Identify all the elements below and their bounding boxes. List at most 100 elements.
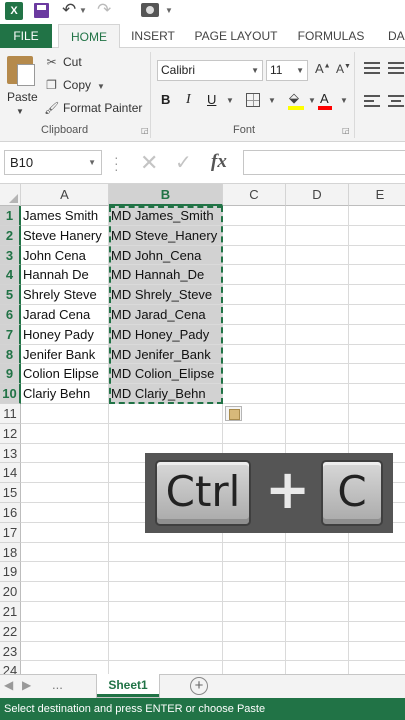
tab-home[interactable]: HOME [58, 24, 120, 49]
formula-input[interactable] [243, 150, 405, 175]
column-header-b[interactable]: B [109, 184, 223, 206]
column-header-e[interactable]: E [349, 184, 405, 206]
cell-d12[interactable] [286, 423, 349, 444]
row-header[interactable]: 21 [0, 602, 21, 622]
font-color-dropdown-icon[interactable]: ▼ [340, 96, 348, 105]
row-header[interactable]: 24 [0, 661, 21, 674]
copy-dropdown-icon[interactable]: ▼ [97, 82, 105, 91]
copy-button[interactable]: ❐ Copy ▼ [44, 75, 105, 95]
cell-b9[interactable]: MD Colion_Elipse [109, 364, 223, 385]
column-header-a[interactable]: A [21, 184, 109, 206]
cell-a12[interactable] [21, 423, 109, 444]
cell-d10[interactable] [286, 384, 349, 404]
row-header[interactable]: 5 [0, 285, 21, 305]
cell-a6[interactable]: Jarad Cena [21, 305, 109, 325]
tab-page-layout[interactable]: PAGE LAYOUT [190, 24, 282, 48]
row-header[interactable]: 10 [0, 384, 21, 404]
cell-a20[interactable] [21, 582, 109, 602]
row-header[interactable]: 4 [0, 265, 21, 286]
scroll-sheets-left-icon[interactable]: ◀ [4, 678, 13, 692]
cell-a1[interactable]: James Smith [21, 206, 109, 226]
cell-e23[interactable] [349, 642, 405, 662]
cell-b20[interactable] [109, 582, 223, 602]
row-header[interactable]: 22 [0, 621, 21, 642]
cell-b21[interactable] [109, 602, 223, 622]
clipboard-launcher-icon[interactable]: ◲ [141, 126, 149, 135]
cell-c20[interactable] [223, 582, 286, 602]
row-header[interactable]: 20 [0, 582, 21, 602]
cell-b3[interactable]: MD John_Cena [109, 245, 223, 266]
cell-c1[interactable] [223, 206, 286, 226]
cell-b18[interactable] [109, 542, 223, 563]
cell-b12[interactable] [109, 423, 223, 444]
cell-a18[interactable] [21, 542, 109, 563]
row-header[interactable]: 2 [0, 225, 21, 246]
cell-a16[interactable] [21, 503, 109, 523]
cell-c2[interactable] [223, 225, 286, 246]
row-header[interactable]: 3 [0, 245, 21, 266]
cell-c10[interactable] [223, 384, 286, 404]
format-painter-button[interactable]: 🖌 Format Painter [44, 98, 142, 118]
underline-button[interactable]: U [207, 92, 216, 107]
cell-d20[interactable] [286, 582, 349, 602]
cell-a23[interactable] [21, 641, 109, 662]
cell-d2[interactable] [286, 225, 349, 246]
cell-b1[interactable]: MD James_Smith [109, 206, 223, 226]
cell-a4[interactable]: Hannah De [21, 265, 109, 286]
cell-a10[interactable]: Clariy Behn [21, 384, 109, 404]
cell-b2[interactable]: MD Steve_Hanery [109, 225, 223, 246]
cell-c18[interactable] [223, 542, 286, 563]
cell-c22[interactable] [223, 621, 286, 642]
cell-c3[interactable] [223, 245, 286, 266]
cell-e2[interactable] [349, 226, 405, 246]
row-header[interactable]: 18 [0, 542, 21, 563]
cell-c23[interactable] [223, 641, 286, 662]
cell-b8[interactable]: MD Jenifer_Bank [109, 344, 223, 365]
cell-b11[interactable] [109, 404, 223, 424]
column-header-c[interactable]: C [223, 184, 286, 206]
insert-function-button[interactable]: fx [211, 151, 227, 173]
cell-a8[interactable]: Jenifer Bank [21, 344, 109, 365]
add-sheet-button[interactable]: + [190, 677, 208, 695]
cell-b22[interactable] [109, 621, 223, 642]
cell-d6[interactable] [286, 305, 349, 325]
cell-e6[interactable] [349, 305, 405, 325]
cell-d23[interactable] [286, 641, 349, 662]
row-header[interactable]: 14 [0, 463, 21, 484]
cell-a17[interactable] [21, 522, 109, 543]
row-header[interactable]: 17 [0, 522, 21, 543]
formula-bar-grip-icon[interactable]: · · · [114, 150, 119, 176]
cell-e4[interactable] [349, 265, 405, 286]
paste-button[interactable]: Paste [7, 90, 38, 104]
font-color-icon[interactable]: A [320, 91, 329, 106]
cell-d22[interactable] [286, 621, 349, 642]
borders-dropdown-icon[interactable]: ▼ [268, 96, 276, 105]
cell-b4[interactable]: MD Hannah_De [109, 265, 223, 286]
cell-e7[interactable] [349, 325, 405, 345]
cell-e18[interactable] [349, 543, 405, 563]
fill-color-icon[interactable]: ⬙ [289, 90, 299, 106]
tab-file[interactable]: FILE [0, 24, 52, 48]
cell-d24[interactable] [286, 661, 349, 674]
cell-b6[interactable]: MD Jarad_Cena [109, 305, 223, 325]
confirm-entry-icon[interactable]: ✓ [175, 150, 192, 175]
row-header[interactable]: 16 [0, 503, 21, 523]
cell-e11[interactable] [349, 404, 405, 424]
cell-e8[interactable] [349, 345, 405, 365]
cell-b19[interactable] [109, 562, 223, 583]
cell-a14[interactable] [21, 463, 109, 484]
cell-c19[interactable] [223, 562, 286, 583]
more-sheets-icon[interactable]: ... [52, 677, 63, 692]
decrease-font-size-icon[interactable]: A▼ [336, 62, 351, 76]
redo-icon[interactable]: ↷ [97, 0, 111, 20]
cell-d1[interactable] [286, 206, 349, 226]
align-left-icon[interactable] [364, 95, 380, 110]
cell-e21[interactable] [349, 602, 405, 622]
cell-c24[interactable] [223, 661, 286, 674]
cell-e12[interactable] [349, 424, 405, 444]
underline-dropdown-icon[interactable]: ▼ [226, 96, 234, 105]
align-top-icon[interactable] [364, 62, 380, 77]
cell-c9[interactable] [223, 364, 286, 385]
font-family-select[interactable]: Calibri ▼ [157, 60, 263, 81]
cell-e24[interactable] [349, 661, 405, 674]
